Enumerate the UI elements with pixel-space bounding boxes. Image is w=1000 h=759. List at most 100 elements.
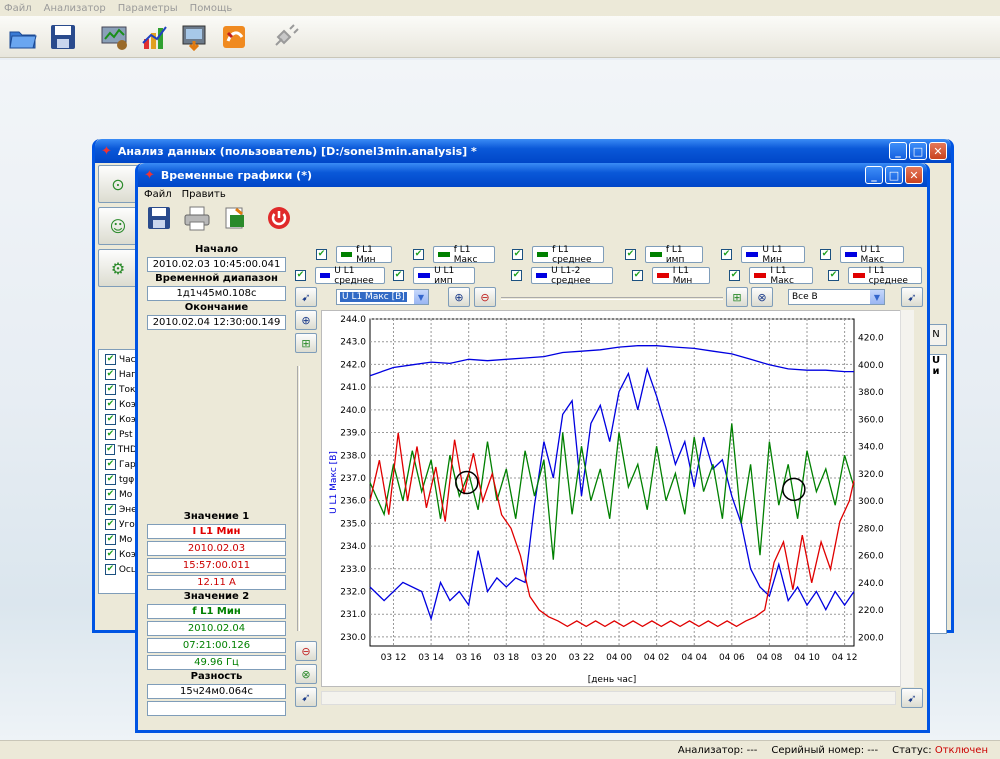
- open-folder-icon[interactable]: [6, 20, 40, 54]
- item-checkbox[interactable]: ✔: [105, 444, 115, 455]
- analysis-item[interactable]: ✔ Нап: [105, 367, 137, 382]
- item-checkbox[interactable]: ✔: [105, 429, 116, 440]
- power-icon[interactable]: [264, 203, 294, 233]
- item-checkbox[interactable]: ✔: [105, 549, 116, 560]
- legend-checkbox[interactable]: ✔: [393, 270, 404, 281]
- analysis-item[interactable]: ✔ Гар: [105, 457, 137, 472]
- side-button-3[interactable]: ⚙: [98, 249, 138, 287]
- analysis-item[interactable]: ✔ tgφ: [105, 472, 137, 487]
- zoom-in-y-button[interactable]: ⊕: [295, 310, 317, 330]
- analysis-item[interactable]: ✔ Мо: [105, 487, 137, 502]
- legend-checkbox[interactable]: ✔: [721, 249, 732, 260]
- save-icon[interactable]: [46, 20, 80, 54]
- disconnected-plug-icon[interactable]: [268, 20, 302, 54]
- zoom-out-y-button[interactable]: ⊖: [295, 641, 317, 661]
- zoom-fit-x-button[interactable]: ⊞: [726, 287, 748, 307]
- legend-series-button[interactable]: U L1 Макс: [840, 245, 904, 265]
- connect-icon[interactable]: [218, 20, 252, 54]
- start-field[interactable]: 2010.02.03 10:45:00.041: [147, 257, 286, 272]
- legend-series-button[interactable]: f L1 среднее: [532, 245, 604, 265]
- legend-series-button[interactable]: f L1 Мин: [336, 245, 392, 265]
- read-data-icon[interactable]: [178, 20, 212, 54]
- horizontal-scrollbar[interactable]: [321, 691, 896, 705]
- end-field[interactable]: 2010.02.04 12:30:00.149: [147, 315, 286, 330]
- minimize-button[interactable]: _: [889, 142, 907, 160]
- minimize-button[interactable]: _: [865, 166, 883, 184]
- item-checkbox[interactable]: ✔: [105, 369, 116, 380]
- menu-analyzer[interactable]: Анализатор: [44, 3, 106, 14]
- zoom-reset-y-button[interactable]: ⊗: [295, 664, 317, 684]
- right-cursor-button[interactable]: ➹: [901, 287, 923, 307]
- legend-checkbox[interactable]: ✔: [512, 249, 523, 260]
- zoom-fit-y-button[interactable]: ⊞: [295, 333, 317, 353]
- maximize-button[interactable]: □: [885, 166, 903, 184]
- close-button[interactable]: ✕: [929, 142, 947, 160]
- menu-file[interactable]: Файл: [4, 3, 32, 14]
- time-charts-titlebar[interactable]: ✦ Временные графики (*) _ □ ✕: [138, 163, 927, 187]
- analysis-item[interactable]: ✔ Pst: [105, 427, 137, 442]
- legend-series-button[interactable]: U L1-2 среднее: [531, 266, 613, 286]
- legend-series-button[interactable]: I L1 Макс: [749, 266, 813, 286]
- analysis-item[interactable]: ✔ Эне: [105, 502, 137, 517]
- time-chart[interactable]: 03 12 03 14 03 16 03 18 03 20 03 22 04 00 04 02…: [321, 310, 913, 687]
- cursor-tool-button[interactable]: ➹: [295, 287, 317, 307]
- analysis-item[interactable]: ✔ Коэ: [105, 547, 137, 562]
- chart-icon[interactable]: [138, 20, 172, 54]
- vertical-scrollbar[interactable]: [900, 310, 914, 687]
- item-checkbox[interactable]: ✔: [105, 384, 116, 395]
- analysis-item[interactable]: ✔ THD: [105, 442, 137, 457]
- analysis-item[interactable]: ✔ Коэ: [105, 397, 137, 412]
- side-button-2[interactable]: ☺: [98, 207, 138, 245]
- range-field[interactable]: 1д1ч45м0.108с: [147, 286, 286, 301]
- side-button-1[interactable]: ⊙: [98, 165, 138, 203]
- legend-checkbox[interactable]: ✔: [625, 249, 636, 260]
- analysis-item[interactable]: ✔ Час: [105, 352, 137, 367]
- print-icon[interactable]: [182, 203, 212, 233]
- maximize-button[interactable]: □: [909, 142, 927, 160]
- legend-series-button[interactable]: I L1 среднее: [848, 266, 922, 286]
- analysis-item[interactable]: ✔ Мо: [105, 532, 137, 547]
- horizontal-slider-track[interactable]: [501, 297, 723, 300]
- menu-help[interactable]: Помощь: [190, 3, 233, 14]
- analysis-item[interactable]: ✔ Осц: [105, 562, 137, 577]
- menu-edit[interactable]: Править: [182, 189, 226, 200]
- item-checkbox[interactable]: ✔: [105, 534, 116, 545]
- item-checkbox[interactable]: ✔: [105, 459, 116, 470]
- vertical-slider-track[interactable]: [297, 366, 300, 631]
- zoom-out-x-button[interactable]: ⊖: [474, 287, 496, 307]
- item-checkbox[interactable]: ✔: [105, 414, 116, 425]
- cursor-tool-button-2[interactable]: ➹: [295, 687, 317, 707]
- item-checkbox[interactable]: ✔: [105, 564, 116, 575]
- analysis-item[interactable]: ✔ Уго: [105, 517, 137, 532]
- close-button[interactable]: ✕: [905, 166, 923, 184]
- legend-series-button[interactable]: U L1 Мин: [741, 245, 805, 265]
- item-checkbox[interactable]: ✔: [105, 504, 116, 515]
- legend-checkbox[interactable]: ✔: [828, 270, 839, 281]
- legend-checkbox[interactable]: ✔: [632, 270, 643, 281]
- legend-series-button[interactable]: f L1 имп: [645, 245, 703, 265]
- analysis-item[interactable]: ✔ Коэ: [105, 412, 137, 427]
- analysis-item[interactable]: ✔ Ток: [105, 382, 137, 397]
- menu-parameters[interactable]: Параметры: [118, 3, 178, 14]
- menu-file[interactable]: Файл: [144, 189, 172, 200]
- legend-checkbox[interactable]: ✔: [413, 249, 424, 260]
- legend-checkbox[interactable]: ✔: [511, 270, 522, 281]
- export-icon[interactable]: [220, 203, 250, 233]
- legend-series-button[interactable]: U L1 имп: [413, 266, 475, 286]
- item-checkbox[interactable]: ✔: [105, 474, 116, 485]
- save-icon[interactable]: [144, 203, 174, 233]
- legend-checkbox[interactable]: ✔: [316, 249, 327, 260]
- legend-series-button[interactable]: f L1 Макс: [433, 245, 495, 265]
- legend-checkbox[interactable]: ✔: [820, 249, 831, 260]
- legend-checkbox[interactable]: ✔: [295, 270, 306, 281]
- analyzer-settings-icon[interactable]: [98, 20, 132, 54]
- right-axis-combo[interactable]: Все В ▼: [788, 289, 885, 305]
- legend-checkbox[interactable]: ✔: [729, 270, 740, 281]
- left-axis-combo[interactable]: U L1 Макс [В] ▼: [336, 289, 429, 305]
- bottom-right-cursor-button[interactable]: ➹: [901, 688, 923, 708]
- zoom-in-x-button[interactable]: ⊕: [448, 287, 470, 307]
- legend-series-button[interactable]: I L1 Мин: [652, 266, 710, 286]
- item-checkbox[interactable]: ✔: [105, 489, 116, 500]
- item-checkbox[interactable]: ✔: [105, 354, 116, 365]
- legend-series-button[interactable]: U L1 среднее: [315, 266, 385, 286]
